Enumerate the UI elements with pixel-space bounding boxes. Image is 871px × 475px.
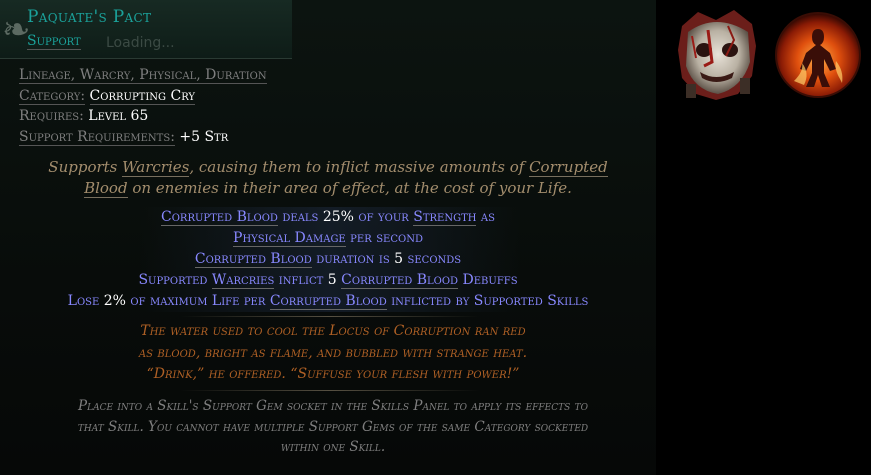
support-req-label: Support Requirements: bbox=[19, 128, 175, 146]
requires-value: Level 65 bbox=[88, 108, 149, 124]
requires-label: Requires: bbox=[19, 108, 84, 124]
desc-text: on enemies in their area of effect, at t… bbox=[127, 178, 572, 197]
mod-keyword-corrupted-blood[interactable]: Corrupted Blood bbox=[161, 209, 278, 226]
tooltip-header: ❧ Paquate's Pact Support Loading... bbox=[0, 0, 292, 59]
mod-keyword-corrupted-blood[interactable]: Corrupted Blood bbox=[341, 272, 459, 289]
mod-text: of maximum Life per bbox=[125, 293, 270, 309]
modifier-line-1: Corrupted Blood deals 25% of your Streng… bbox=[0, 207, 656, 228]
header-emblem-icon: ❧ bbox=[2, 10, 31, 50]
mod-text: of your bbox=[353, 209, 414, 225]
modifier-line-4: Supported Warcries inflict 5 Corrupted B… bbox=[0, 270, 656, 291]
mod-text: Lose bbox=[67, 293, 104, 309]
desc-keyword-warcries[interactable]: Warcries bbox=[122, 158, 190, 177]
mod-text: Debuffs bbox=[458, 272, 518, 288]
mod-keyword-physical-damage[interactable]: Physical Damage bbox=[233, 230, 346, 247]
mod-text: per second bbox=[345, 230, 423, 246]
description-line-1: Supports Warcries, causing them to infli… bbox=[0, 157, 656, 178]
loading-text: Loading... bbox=[106, 35, 175, 51]
flavour-line-3: “Drink,” he offered. “Suffuse your flesh… bbox=[146, 366, 520, 382]
gem-tags-line: Lineage, Warcry, Physical, Duration bbox=[19, 65, 419, 86]
mod-value: 5 bbox=[327, 272, 337, 288]
support-requirements-line: Support Requirements: +5 Str bbox=[19, 127, 419, 148]
category-label: Category: bbox=[19, 87, 86, 105]
desc-text: , causing them to inflict massive amount… bbox=[189, 158, 530, 176]
desc-keyword-blood[interactable]: Blood bbox=[84, 178, 128, 198]
category-value: Corrupting Cry bbox=[89, 87, 196, 105]
gem-description: Supports Warcries, causing them to infli… bbox=[0, 157, 656, 198]
mod-text: duration is bbox=[311, 251, 395, 267]
modifier-line-2: Physical Damage per second bbox=[0, 228, 656, 249]
modifier-line-3: Corrupted Blood duration is 5 seconds bbox=[0, 249, 656, 270]
separator bbox=[180, 390, 480, 391]
fire-figure-orb-icon bbox=[775, 12, 861, 98]
mod-value: 25% bbox=[322, 209, 354, 225]
help-line-1: Place into a Skill's Support Gem socket … bbox=[78, 398, 588, 414]
help-line-3: within one Skill. bbox=[280, 439, 386, 455]
desc-keyword-corrupted[interactable]: Corrupted bbox=[529, 158, 608, 177]
separator bbox=[180, 316, 480, 317]
gem-stats: Lineage, Warcry, Physical, Duration Cate… bbox=[19, 65, 419, 147]
gem-name: Paquate's Pact bbox=[27, 7, 152, 27]
mod-value: 5 bbox=[394, 251, 404, 267]
desc-text: Supports bbox=[48, 158, 123, 176]
mod-keyword-warcries[interactable]: Warcries bbox=[211, 272, 275, 289]
modifier-line-5: Lose 2% of maximum Life per Corrupted Bl… bbox=[0, 291, 656, 312]
mod-text: inflict bbox=[274, 272, 328, 288]
mod-text: as bbox=[476, 209, 495, 225]
requires-line: Requires: Level 65 bbox=[19, 106, 419, 127]
help-line-2: that Skill. You cannot have multiple Sup… bbox=[77, 418, 589, 435]
support-req-value: +5 Str bbox=[179, 128, 229, 145]
mod-value: 2% bbox=[103, 293, 126, 309]
description-line-2: Blood on enemies in their area of effect… bbox=[0, 178, 656, 199]
flavour-line-1: The water used to cool the Locus of Corr… bbox=[140, 323, 526, 339]
item-tooltip: ❧ Paquate's Pact Support Loading... Line… bbox=[0, 0, 656, 475]
corrupted-mask-icon bbox=[678, 10, 756, 100]
gem-tags: Lineage, Warcry, Physical, Duration bbox=[19, 67, 267, 84]
help-text: Place into a Skill's Support Gem socket … bbox=[0, 396, 656, 458]
gem-modifiers: Corrupted Blood deals 25% of your Streng… bbox=[0, 207, 656, 312]
mod-text: inflicted by Supported Skills bbox=[386, 293, 589, 309]
gem-type: Support bbox=[27, 33, 81, 50]
mod-text: seconds bbox=[403, 251, 462, 267]
flavour-text: The water used to cool the Locus of Corr… bbox=[0, 321, 656, 386]
mod-keyword-strength[interactable]: Strength bbox=[413, 209, 477, 226]
mod-keyword-corrupted-blood[interactable]: Corrupted Blood bbox=[194, 251, 312, 268]
flavour-line-2: as blood, bright as flame, and bubbled w… bbox=[138, 344, 528, 361]
category-line: Category: Corrupting Cry bbox=[19, 86, 419, 107]
mod-text: Supported bbox=[138, 272, 212, 288]
mod-text: deals bbox=[277, 209, 323, 225]
mod-keyword-corrupted-blood[interactable]: Corrupted Blood bbox=[269, 293, 387, 310]
